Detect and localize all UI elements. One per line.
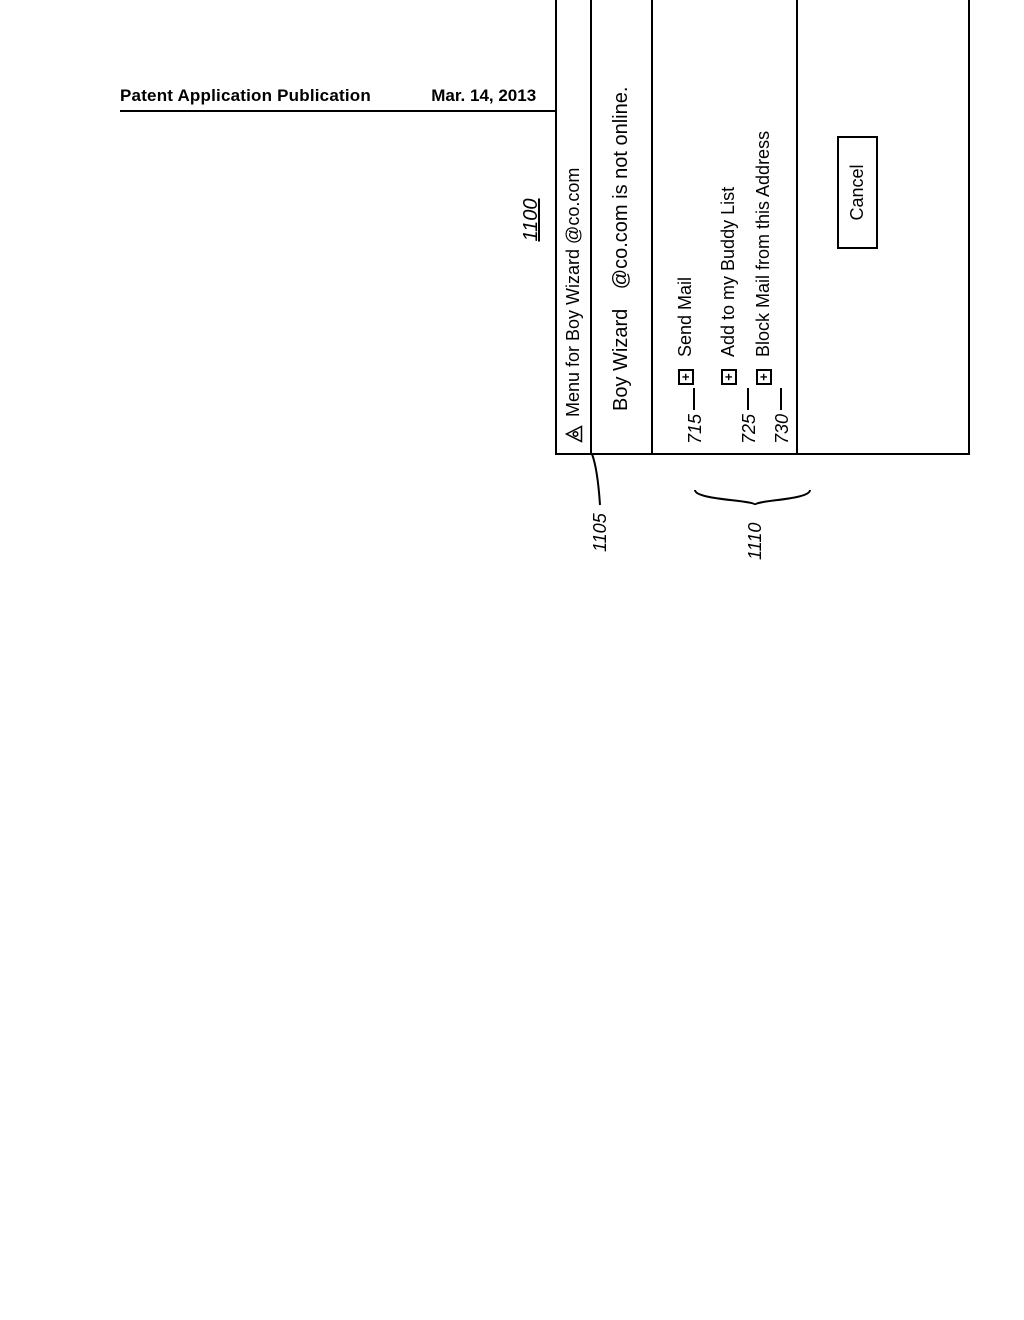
- plus-icon: +: [678, 369, 694, 385]
- plus-icon: +: [721, 369, 737, 385]
- dialog-title-bar: Menu for Boy Wizard @co.com: [557, 0, 592, 453]
- figure-ref-number: 1100: [520, 198, 543, 241]
- dialog-title: Menu for Boy Wizard @co.com: [563, 168, 584, 417]
- contact-name: Boy Wizard: [610, 309, 633, 411]
- person-icon: [565, 425, 583, 443]
- callout-725: 725: [739, 414, 760, 444]
- callout-1110: 1110: [745, 523, 766, 560]
- page: Patent Application Publication Mar. 14, …: [0, 0, 1024, 1320]
- callout-1105: 1105: [590, 513, 611, 552]
- pub-label: Patent Application Publication: [120, 86, 371, 106]
- option-label: Add to my Buddy List: [718, 187, 739, 357]
- plus-icon: +: [756, 369, 772, 385]
- option-send-mail[interactable]: + Send Mail: [675, 0, 696, 385]
- callout-715: 715: [685, 414, 706, 444]
- callout-730: 730: [772, 414, 793, 444]
- button-row: Cancel: [798, 0, 916, 453]
- status-row: Boy Wizard @co.com is not online.: [592, 0, 653, 453]
- option-label: Block Mail from this Address: [753, 131, 774, 357]
- option-label: Send Mail: [675, 277, 696, 357]
- option-block-mail[interactable]: + Block Mail from this Address: [753, 0, 774, 385]
- context-menu-dialog: Menu for Boy Wizard @co.com Boy Wizard @…: [555, 0, 970, 455]
- figure-11: 1100 Menu for Boy Wizard @co.com Boy Wiz…: [520, 0, 1024, 560]
- option-add-buddy[interactable]: + Add to my Buddy List: [718, 0, 739, 385]
- options-group: + Send Mail + Add to my Buddy List + Blo…: [653, 0, 798, 453]
- contact-status: @co.com is not online.: [610, 87, 632, 290]
- cancel-button[interactable]: Cancel: [837, 136, 878, 248]
